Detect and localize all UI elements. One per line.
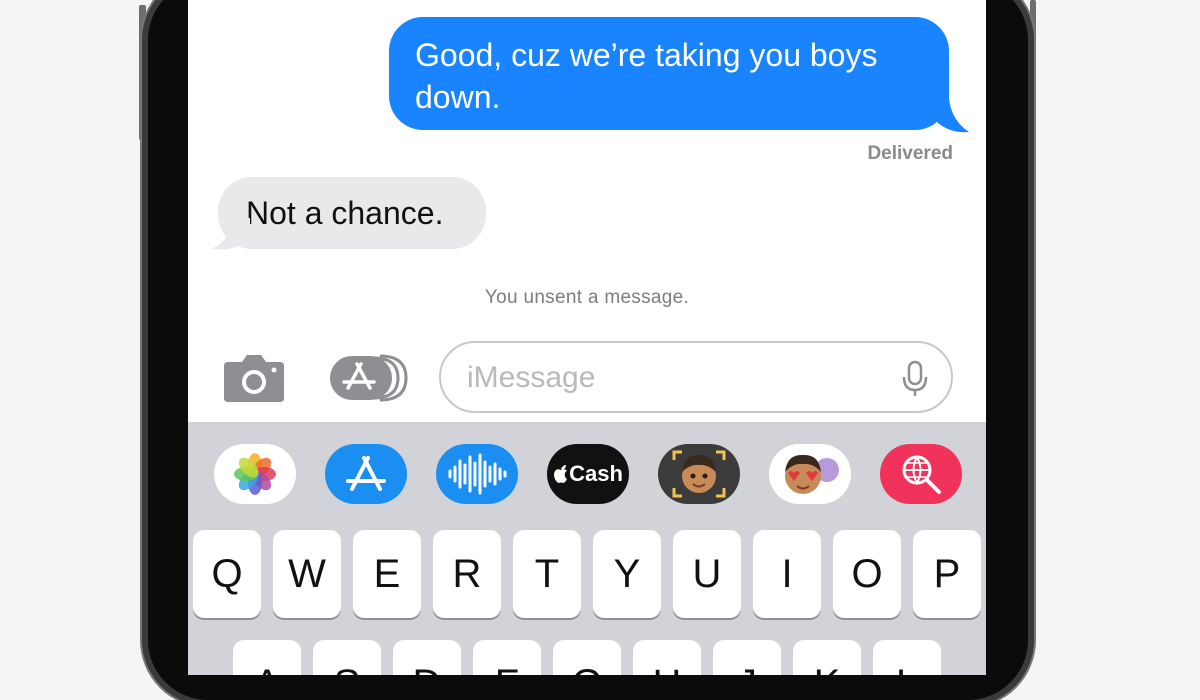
globe-search-icon	[902, 455, 941, 494]
microphone-icon[interactable]	[901, 360, 929, 398]
memoji-stickers-icon[interactable]	[769, 444, 851, 504]
app-strip: Cash	[188, 422, 986, 520]
key-k[interactable]: K	[793, 640, 861, 675]
sticker-faces-icon	[785, 454, 839, 494]
key-j[interactable]: J	[713, 640, 781, 675]
app-store-drawer-icon[interactable]	[328, 352, 410, 404]
key-q[interactable]: Q	[193, 530, 261, 618]
delivery-status: Delivered	[867, 143, 953, 164]
key-a[interactable]: A	[233, 640, 301, 675]
key-u[interactable]: U	[673, 530, 741, 618]
photos-app-icon[interactable]	[214, 444, 296, 504]
key-g[interactable]: G	[553, 640, 621, 675]
key-r[interactable]: R	[433, 530, 501, 618]
key-y[interactable]: Y	[593, 530, 661, 618]
apple-cash-label-wrap: Cash	[553, 461, 623, 487]
incoming-message-bubble[interactable]: Not a chance.	[218, 177, 486, 249]
waveform-icon	[448, 453, 507, 495]
app-store-icon[interactable]	[325, 444, 407, 504]
key-d[interactable]: D	[393, 640, 461, 675]
apple-logo-icon	[554, 465, 568, 483]
key-h[interactable]: H	[633, 640, 701, 675]
apple-cash-label: Cash	[569, 461, 623, 486]
memoji-icon[interactable]	[658, 444, 740, 504]
key-e[interactable]: E	[353, 530, 421, 618]
key-p[interactable]: P	[913, 530, 981, 618]
incoming-message-text: Not a chance.	[246, 195, 444, 231]
key-s[interactable]: S	[313, 640, 381, 675]
message-input-placeholder: iMessage	[467, 361, 596, 394]
side-button-left	[139, 5, 146, 140]
outgoing-message-text: Good, cuz we’re taking you boys down.	[415, 37, 878, 115]
key-t[interactable]: T	[513, 530, 581, 618]
photos-flower-icon	[234, 453, 276, 495]
memoji-face-icon	[672, 450, 726, 498]
messages-screen: Good, cuz we’re taking you boys down. De…	[188, 0, 986, 675]
key-f[interactable]: F	[473, 640, 541, 675]
app-store-glyph	[346, 456, 386, 491]
incoming-bubble-tail	[212, 218, 250, 250]
key-l[interactable]: L	[873, 640, 941, 675]
apple-cash-icon[interactable]: Cash	[547, 444, 629, 504]
image-search-icon[interactable]	[880, 444, 962, 504]
keyboard: Cash Q W E R T Y U I O P	[188, 422, 986, 675]
key-i[interactable]: I	[753, 530, 821, 618]
audio-message-icon[interactable]	[436, 444, 518, 504]
message-input[interactable]: iMessage	[439, 341, 953, 413]
camera-icon[interactable]	[222, 352, 286, 404]
key-w[interactable]: W	[273, 530, 341, 618]
side-button-right	[1030, 0, 1036, 95]
unsent-notice: You unsent a message.	[484, 287, 690, 308]
key-o[interactable]: O	[833, 530, 901, 618]
outgoing-bubble-tail	[933, 98, 969, 133]
outgoing-message-bubble[interactable]: Good, cuz we’re taking you boys down.	[389, 17, 949, 130]
